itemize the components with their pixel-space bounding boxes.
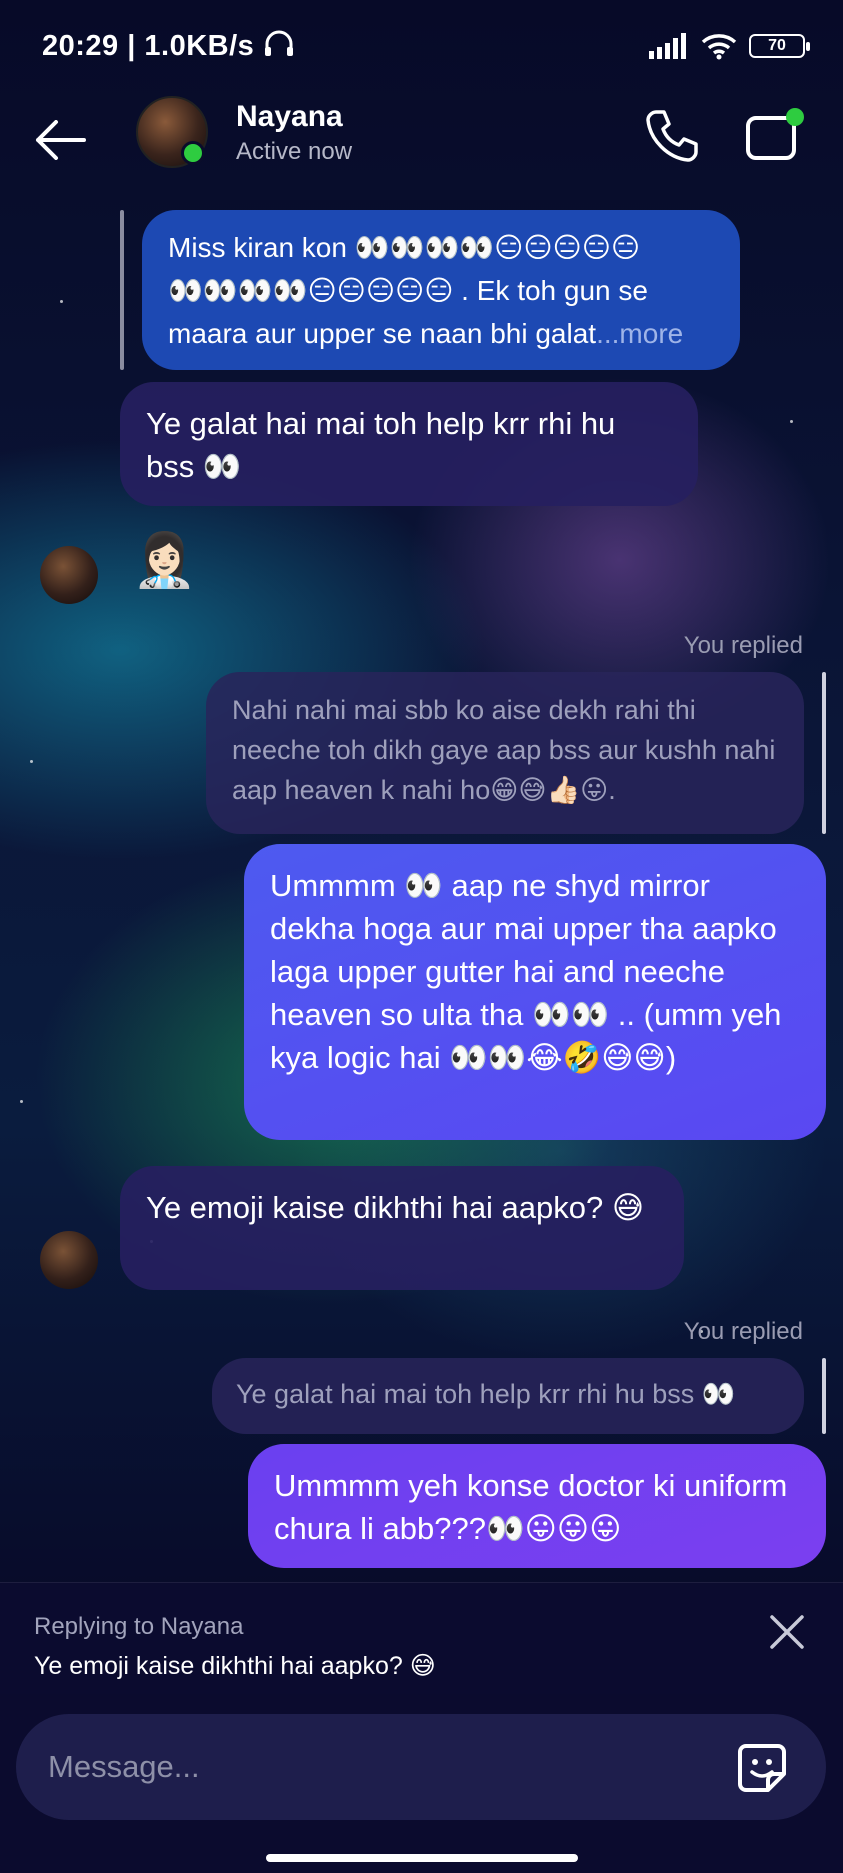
online-indicator [181, 141, 205, 165]
message-text: Ummmm yeh konse doctor ki uniform chura … [274, 1468, 788, 1546]
you-replied-label: You replied [683, 1318, 803, 1345]
status-time-speed: 20:29 | 1.0KB/s [42, 30, 295, 63]
emoji-message[interactable]: 👩🏻‍⚕️ [132, 530, 197, 591]
message-text-line: 👀👀👀👀😑😑😑😑😑 . Ek toh gun se [168, 275, 648, 306]
video-call-button[interactable] [744, 106, 808, 166]
phone-icon [646, 110, 698, 162]
reply-indicator-line [120, 210, 124, 370]
message-bubble-received[interactable]: Miss kiran kon 👀👀👀👀😑😑😑😑😑 👀👀👀👀😑😑😑😑😑 . Ek … [142, 210, 740, 370]
close-reply-button[interactable] [762, 1607, 812, 1657]
message-text-line: maara aur upper se naan bhi galat...more [168, 318, 684, 349]
sticker-icon [738, 1744, 786, 1792]
close-icon [770, 1615, 804, 1649]
message-bubble-received[interactable]: Ye galat hai mai toh help krr rhi hu bss… [120, 382, 698, 506]
quoted-message-text: Ye galat hai mai toh help krr rhi hu bss… [236, 1379, 736, 1409]
status-bar: 20:29 | 1.0KB/s 70 [0, 0, 843, 92]
message-bubble-sent[interactable]: Ummmm yeh konse doctor ki uniform chura … [248, 1444, 826, 1568]
home-indicator[interactable] [266, 1854, 578, 1862]
arrow-left-icon [36, 120, 86, 160]
contact-name[interactable]: Nayana [236, 100, 343, 134]
headphones-icon [264, 30, 293, 56]
status-icons: 70 [649, 32, 810, 60]
message-bubble-received[interactable]: Ye emoji kaise dikhthi hai aapko? 😅 [120, 1166, 684, 1290]
reply-preview-bar: Replying to Nayana Ye emoji kaise dikhth… [0, 1582, 843, 1694]
video-camera-icon [746, 108, 804, 160]
quoted-message[interactable]: Ye galat hai mai toh help krr rhi hu bss… [212, 1358, 804, 1434]
reply-indicator-line [822, 672, 826, 834]
navigation-bar [0, 1844, 843, 1873]
sticker-button[interactable] [734, 1740, 790, 1796]
contact-avatar-small[interactable] [40, 546, 98, 604]
quoted-message[interactable]: Nahi nahi mai sbb ko aise dekh rahi thi … [206, 672, 804, 834]
more-link[interactable]: ...more [596, 318, 683, 349]
contact-avatar-small[interactable] [40, 1231, 98, 1289]
signal-icon [649, 33, 686, 59]
quoted-message-text: Nahi nahi mai sbb ko aise dekh rahi thi … [232, 695, 776, 805]
reply-indicator-line [822, 1358, 826, 1434]
replying-to-text: Ye emoji kaise dikhthi hai aapko? 😅 [34, 1652, 436, 1680]
back-button[interactable] [30, 110, 90, 170]
call-button[interactable] [642, 106, 702, 166]
you-replied-label: You replied [683, 632, 803, 659]
replying-to-label: Replying to Nayana [34, 1613, 244, 1640]
message-text: Ye emoji kaise dikhthi hai aapko? 😅 [146, 1190, 645, 1225]
battery-icon: 70 [749, 34, 810, 58]
chat-header: Nayana Active now [0, 92, 843, 192]
message-text: Ummmm 👀 aap ne shyd mirror dekha hoga au… [270, 868, 782, 1075]
message-input[interactable] [48, 1742, 688, 1792]
message-text: Ye galat hai mai toh help krr rhi hu bss… [146, 406, 616, 484]
message-text-line: Miss kiran kon 👀👀👀👀😑😑😑😑😑 [168, 232, 641, 263]
contact-status: Active now [236, 138, 353, 165]
wifi-icon [701, 34, 737, 60]
message-bubble-sent[interactable]: Ummmm 👀 aap ne shyd mirror dekha hoga au… [244, 844, 826, 1140]
message-composer [16, 1714, 826, 1820]
composer-area [0, 1694, 843, 1844]
